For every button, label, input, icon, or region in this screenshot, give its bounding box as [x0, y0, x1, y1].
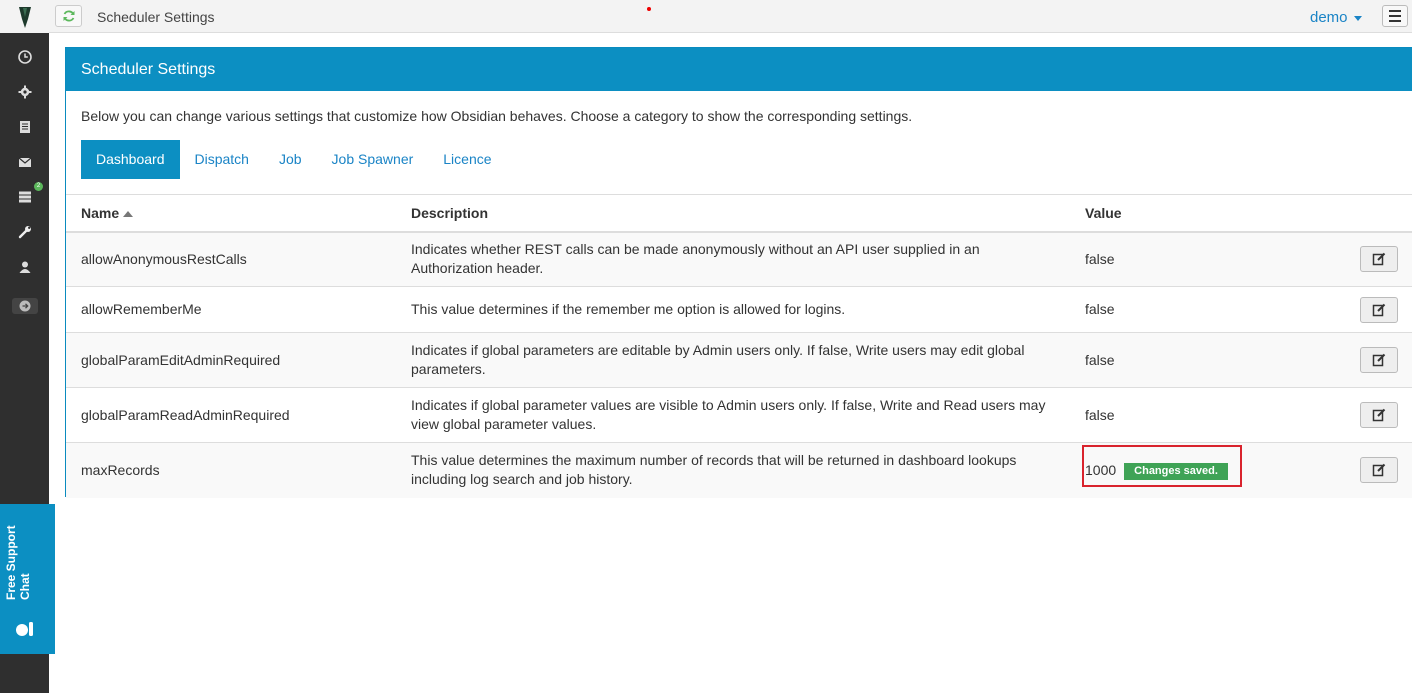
refresh-icon	[63, 10, 74, 22]
gear-icon	[18, 85, 31, 99]
chat-icon	[16, 622, 33, 636]
table-row: allowAnonymousRestCalls Indicates whethe…	[66, 231, 1412, 287]
column-header-name[interactable]: Name	[66, 194, 396, 233]
sidebar-item-users[interactable]	[0, 256, 49, 278]
sidebar-item-settings[interactable]	[0, 81, 49, 103]
wrench-icon	[18, 226, 31, 239]
setting-value: false	[1070, 286, 1310, 333]
chevron-down-icon	[1353, 15, 1362, 21]
column-header-value: Value	[1070, 194, 1310, 233]
edit-button[interactable]	[1360, 246, 1398, 273]
sort-ascending-icon	[123, 211, 134, 218]
document-icon	[19, 121, 30, 133]
scheduler-settings-panel: Scheduler Settings Below you can change …	[65, 47, 1412, 498]
intro-text: Below you can change various settings th…	[81, 108, 913, 124]
server-icon	[18, 191, 31, 203]
page-title: Scheduler Settings	[97, 9, 215, 25]
tab-licence[interactable]: Licence	[428, 140, 506, 179]
setting-name: allowAnonymousRestCalls	[66, 231, 396, 287]
setting-name: allowRememberMe	[66, 286, 396, 333]
sidebar-item-admin[interactable]	[0, 221, 49, 243]
setting-value: false	[1070, 332, 1310, 388]
setting-description: Indicates whether REST calls can be made…	[396, 231, 1070, 287]
settings-table: Name Description Value allowAnonymousRes…	[66, 194, 1412, 498]
column-header-actions	[1310, 194, 1412, 233]
obsidian-logo[interactable]	[0, 0, 49, 33]
tab-job-spawner[interactable]: Job Spawner	[317, 140, 429, 179]
envelope-icon	[18, 157, 31, 167]
free-support-chat-tab[interactable]: Free Support Chat	[0, 504, 55, 654]
edit-button[interactable]	[1360, 347, 1398, 373]
edit-icon	[1372, 353, 1386, 367]
arrow-right-circle-icon	[19, 300, 31, 312]
setting-description: Indicates if global parameters are edita…	[396, 332, 1070, 388]
setting-description: This value determines if the remember me…	[396, 286, 1070, 333]
setting-description: This value determines the maximum number…	[396, 442, 1070, 498]
sidebar-item-history[interactable]	[0, 46, 49, 68]
setting-description: Indicates if global parameter values are…	[396, 387, 1070, 443]
category-tabs: Dashboard Dispatch Job Job Spawner Licen…	[81, 140, 507, 179]
tab-job[interactable]: Job	[264, 140, 317, 179]
edit-button[interactable]	[1360, 296, 1398, 323]
status-indicator-dot	[647, 7, 651, 11]
user-icon	[19, 261, 30, 273]
sidebar-item-logs[interactable]	[0, 116, 49, 138]
nodes-badge: 2	[34, 182, 43, 191]
saved-value-highlight: 1000 Changes saved.	[1082, 444, 1242, 487]
tab-dashboard[interactable]: Dashboard	[81, 140, 180, 179]
top-bar: Scheduler Settings demo	[49, 0, 1412, 33]
setting-name: maxRecords	[66, 442, 396, 498]
panel-title: Scheduler Settings	[66, 48, 1412, 91]
hamburger-menu-button[interactable]	[1382, 5, 1408, 27]
column-header-description: Description	[396, 194, 1070, 233]
user-menu[interactable]: demo	[1310, 9, 1362, 26]
logo-icon	[18, 6, 31, 28]
table-row: maxRecords This value determines the max…	[66, 442, 1412, 498]
edit-icon	[1372, 464, 1386, 477]
edit-icon	[1372, 303, 1386, 316]
setting-name: globalParamReadAdminRequired	[66, 387, 396, 443]
sidebar-item-notifications[interactable]	[0, 151, 49, 173]
edit-button[interactable]	[1360, 402, 1398, 428]
edit-icon	[1372, 408, 1386, 422]
user-name: demo	[1310, 9, 1348, 26]
tab-dispatch[interactable]: Dispatch	[180, 140, 264, 179]
table-row: globalParamReadAdminRequired Indicates i…	[66, 387, 1412, 443]
setting-value-cell: 1000 Changes saved.	[1070, 442, 1310, 498]
support-chat-label: Free Support Chat	[4, 525, 32, 600]
sidebar-item-nodes[interactable]: 2	[0, 182, 49, 208]
setting-name: globalParamEditAdminRequired	[66, 332, 396, 388]
sidebar-expand-button[interactable]	[12, 298, 38, 314]
table-row: allowRememberMe This value determines if…	[66, 286, 1412, 333]
highlight-box	[1082, 444, 1242, 487]
table-row: globalParamEditAdminRequired Indicates i…	[66, 332, 1412, 388]
edit-button[interactable]	[1360, 457, 1398, 484]
clock-icon	[17, 50, 32, 64]
refresh-button[interactable]	[55, 5, 82, 27]
edit-icon	[1372, 253, 1386, 266]
setting-value: false	[1070, 387, 1310, 443]
setting-value: false	[1070, 231, 1310, 287]
